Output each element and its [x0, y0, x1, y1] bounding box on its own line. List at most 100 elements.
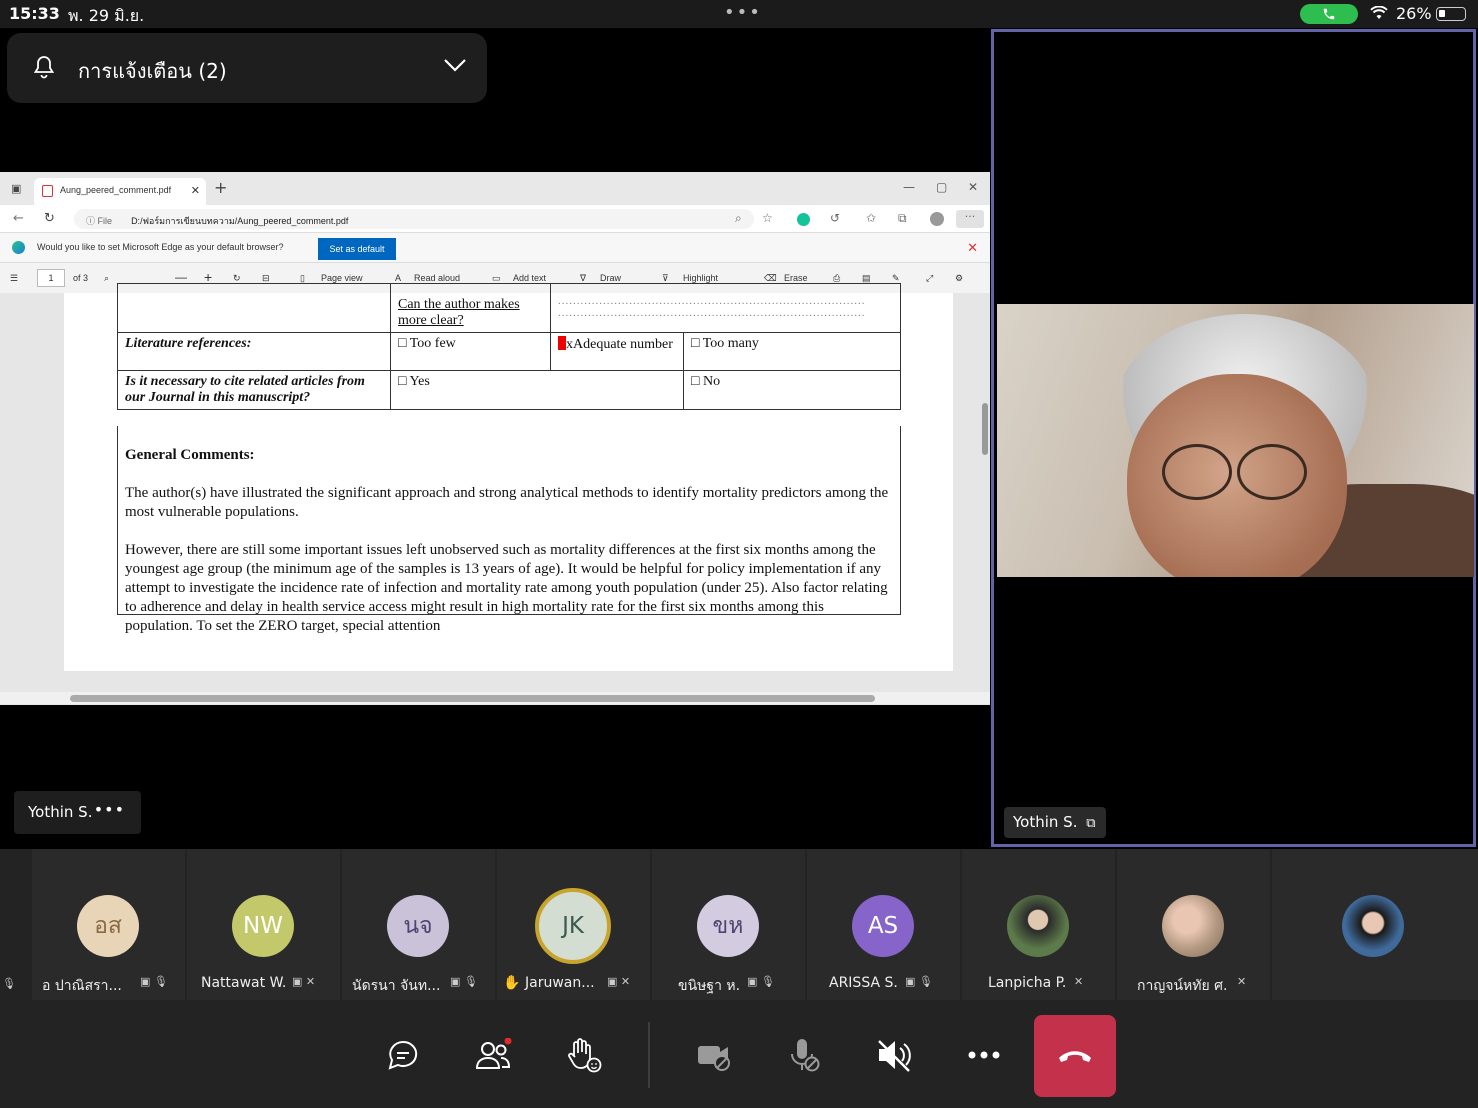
notification-banner[interactable]: การแจ้งเตือน (2) — [7, 33, 487, 103]
people-icon — [475, 1038, 512, 1069]
avatar-initials: JK — [562, 913, 584, 939]
avatar-initials: ขห — [712, 913, 744, 939]
edge-icon — [12, 241, 25, 254]
camera-button[interactable] — [693, 1034, 735, 1076]
contents-icon[interactable]: ☰ — [10, 273, 18, 284]
mic-off-icon — [791, 1039, 820, 1072]
avatar-initials: NW — [243, 913, 283, 939]
avatar: AS — [852, 895, 914, 957]
browser-tab[interactable]: Aung_peered_comment.pdf ✕ — [34, 178, 206, 205]
back-icon[interactable]: ← — [13, 211, 24, 226]
participants-button[interactable] — [472, 1034, 514, 1076]
mic-muted-icon: ✕ — [1074, 975, 1084, 988]
call-controls — [0, 1000, 1478, 1108]
participant-tile[interactable]: AS ARISSA S. ▣ 🎙 — [807, 849, 960, 1000]
avatar-photo — [1162, 895, 1224, 957]
more-icon[interactable]: ··· — [956, 210, 984, 228]
participants-strip[interactable]: 🎙 อส อ ปาณิสรา... ▣ 🎙 NW Nattawat W. ▣ ✕… — [0, 849, 1478, 1000]
multitask-dots-icon[interactable]: ••• — [724, 2, 762, 23]
video-name-tag: Yothin S. ⧉ — [1004, 807, 1106, 838]
vertical-scrollbar[interactable] — [980, 293, 990, 693]
draw-button[interactable]: Draw — [600, 273, 621, 283]
participant-tile[interactable]: กาญจน์หทัย ศ. ✕ — [1117, 849, 1270, 1000]
close-infobar-icon[interactable]: ✕ — [967, 240, 978, 256]
refresh-icon[interactable]: ↻ — [44, 211, 55, 226]
avatar-initials: อส — [94, 913, 122, 939]
bell-icon — [33, 56, 55, 79]
close-window-icon[interactable]: ✕ — [968, 180, 978, 194]
participant-tile[interactable]: นจ นัดรนา จันท... ▣ 🎙 — [342, 849, 495, 1000]
chevron-down-icon[interactable] — [443, 57, 467, 73]
hang-up-button[interactable] — [1034, 1015, 1116, 1097]
erase-button[interactable]: Erase — [784, 273, 808, 283]
pdf-page: Can the author makes more clear? .......… — [64, 283, 953, 671]
fullscreen-icon[interactable]: ⤢ — [926, 273, 933, 284]
form-cell — [117, 283, 391, 333]
video-name: Yothin S. — [1013, 813, 1078, 831]
chat-button[interactable] — [382, 1034, 424, 1076]
speaker-video — [997, 304, 1474, 577]
page-view-button[interactable]: Page view — [321, 273, 363, 283]
participant-name: Lanpicha P. — [988, 975, 1067, 991]
form-cell: ........................................… — [550, 283, 901, 333]
zoom-icon[interactable]: ⌕ — [735, 211, 742, 226]
profile-icon[interactable] — [930, 212, 944, 226]
default-browser-infobar: Would you like to set Microsoft Edge as … — [0, 233, 990, 263]
minimize-icon[interactable]: — — [903, 180, 915, 194]
form-option: Can the author makes more clear? — [390, 283, 551, 333]
highlight-button[interactable]: Highlight — [683, 273, 718, 283]
settings-gear-icon[interactable]: ⚙ — [955, 273, 963, 284]
extension-icon[interactable] — [797, 213, 810, 226]
close-tab-icon[interactable]: ✕ — [191, 184, 200, 197]
address-bar-row: ← ↻ ⓘ File D:/ฟอร์มการเขียนบทความ/Aung_p… — [0, 205, 990, 233]
microphone-button[interactable] — [783, 1034, 825, 1076]
general-comments: General Comments: The author(s) have ill… — [117, 426, 901, 634]
zoom-out-icon[interactable]: — — [175, 270, 187, 284]
participant-tile[interactable]: ขห ขนิษฐา ห. ▣ 🎙 — [652, 849, 805, 1000]
set-default-button[interactable]: Set as default — [318, 238, 396, 260]
tab-actions-icon[interactable]: ▣ — [11, 182, 21, 195]
participant-tile[interactable] — [1272, 849, 1478, 1000]
collections-icon[interactable]: ⧉ — [898, 211, 907, 226]
maximize-icon[interactable]: ▢ — [936, 180, 947, 194]
more-actions-button[interactable] — [963, 1034, 1005, 1076]
address-bar[interactable]: ⓘ File D:/ฟอร์มการเขียนบทความ/Aung_peere… — [74, 209, 754, 229]
add-text-button[interactable]: Add text — [513, 273, 546, 283]
favorites-icon[interactable]: ✩ — [866, 211, 876, 225]
speaker-video-tile[interactable]: Yothin S. ⧉ — [991, 29, 1476, 847]
option-too-few: □ Too few — [390, 332, 551, 371]
sync-icon[interactable]: ↺ — [830, 211, 840, 225]
search-icon[interactable]: ⌕ — [104, 273, 109, 284]
speaker-button[interactable] — [873, 1034, 915, 1076]
favorite-icon[interactable]: ☆ — [762, 211, 773, 225]
reactions-button[interactable] — [563, 1034, 605, 1076]
presenter-name-tag[interactable]: Yothin S. ••• — [14, 791, 141, 834]
horizontal-scrollbar[interactable] — [0, 692, 990, 704]
status-bar: 15:33 พ. 29 มิ.ย. ••• 26% — [0, 0, 1478, 28]
active-call-pill[interactable] — [1300, 4, 1358, 24]
camera-off-icon — [698, 1046, 730, 1071]
participant-name: ขนิษฐา ห. — [678, 978, 741, 994]
clock: 15:33 — [9, 4, 60, 23]
red-marker — [558, 336, 566, 350]
participant-tile[interactable]: NW Nattawat W. ▣ ✕ — [187, 849, 340, 1000]
mic-muted-icon: ▣ ✕ — [292, 975, 316, 988]
participant-name: กาญจน์หทัย ศ. — [1137, 978, 1228, 994]
mic-icon: ▣ 🎙 — [450, 975, 478, 988]
new-tab-icon[interactable]: + — [214, 178, 227, 197]
page-number-input[interactable]: 1 — [37, 269, 65, 287]
cite-question-label: Is it necessary to cite related articles… — [117, 370, 391, 410]
participant-tile[interactable]: Lanpicha P. ✕ — [962, 849, 1115, 1000]
mic-icon: 🎙 — [2, 977, 16, 990]
pdf-icon — [42, 185, 53, 197]
literature-label: Literature references: — [117, 332, 391, 371]
notification-text: การแจ้งเตือน (2) — [78, 59, 227, 83]
pdf-viewer[interactable]: Can the author makes more clear? .......… — [0, 283, 990, 705]
more-options-icon[interactable]: ••• — [94, 800, 125, 819]
participant-tile[interactable]: อส อ ปาณิสรา... ▣ 🎙 — [32, 849, 185, 1000]
participant-tile-speaking[interactable]: JK ✋ Jaruwan... ▣ ✕ — [497, 849, 650, 1000]
read-aloud-button[interactable]: Read aloud — [414, 273, 460, 283]
chat-icon — [388, 1040, 418, 1070]
url-text: D:/ฟอร์มการเขียนบทความ/Aung_peered_comme… — [131, 216, 349, 226]
avatar: ขห — [697, 895, 759, 957]
